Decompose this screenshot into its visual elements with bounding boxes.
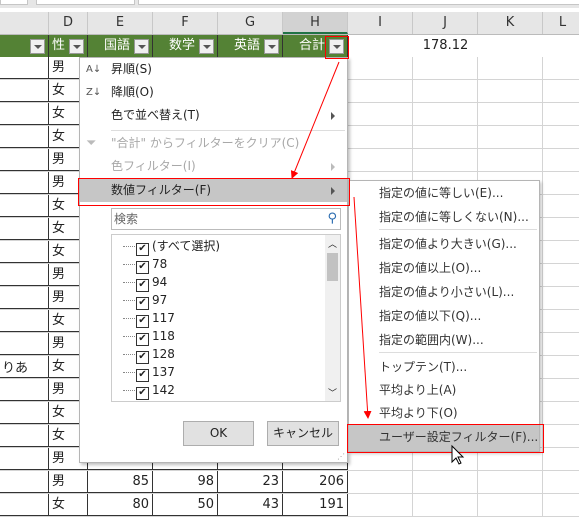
annotation-arrows — [290, 61, 465, 465]
mouse-cursor-icon — [451, 444, 465, 465]
arrow-to-number-filter — [290, 61, 340, 179]
arrow-to-custom-filter — [353, 196, 372, 419]
